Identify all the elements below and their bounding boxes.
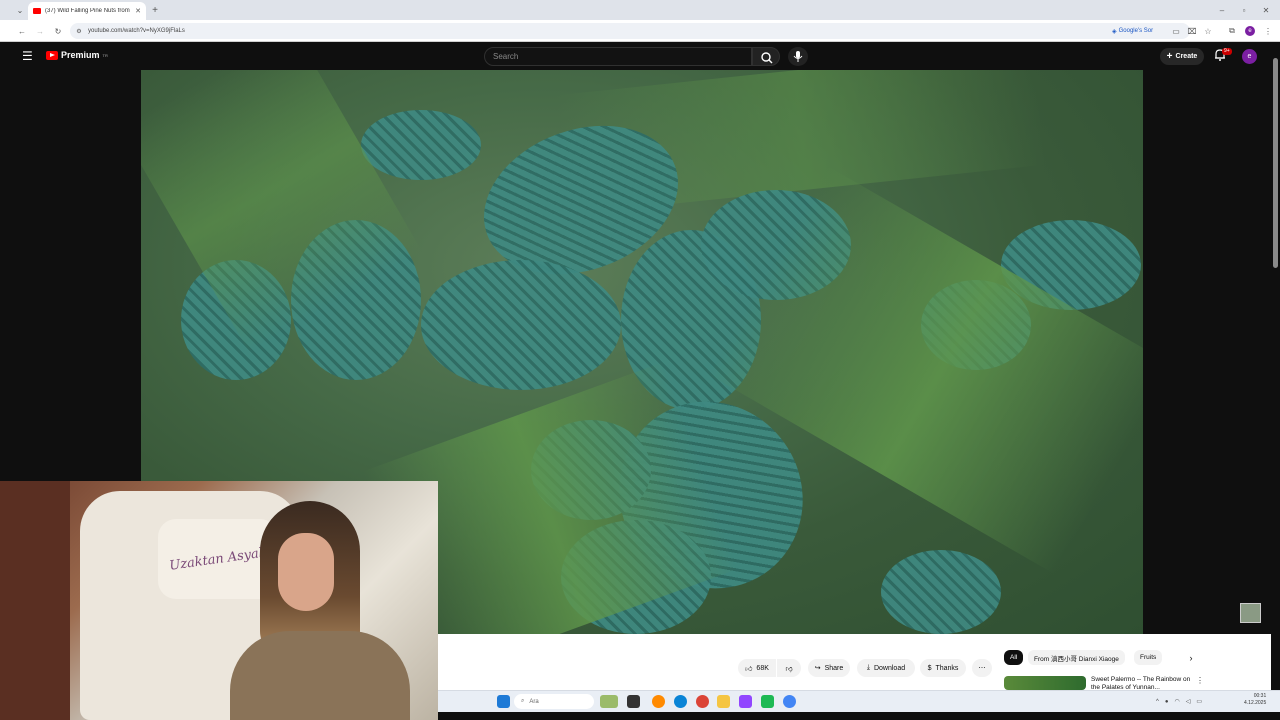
create-label: Create (1175, 53, 1198, 60)
search-input[interactable] (493, 52, 751, 61)
browser-menu-icon[interactable]: ⋮ (1263, 25, 1273, 37)
firefox-icon[interactable] (652, 695, 665, 708)
chip-fruits[interactable]: Fruits (1134, 650, 1163, 665)
taskbar-clock[interactable]: 00:31 4.12.2025 (1244, 693, 1266, 707)
microphone-icon (793, 51, 803, 62)
share-button[interactable]: ↪ Share (808, 659, 850, 677)
weather-widget-icon[interactable] (600, 695, 618, 708)
streamer-sweater (230, 631, 410, 720)
chip-all[interactable]: All (1004, 650, 1024, 665)
share-label: Share (824, 664, 844, 672)
clock-date: 4.12.2025 (1244, 700, 1267, 706)
clock-time: 00:31 (1253, 693, 1267, 699)
recommended-more-icon[interactable]: ⋮ (1196, 676, 1204, 686)
tab-title: (37) Wild Falling Pine Nuts from (45, 8, 130, 14)
hamburger-menu-icon[interactable]: ☰ (22, 50, 36, 62)
file-explorer-icon[interactable] (717, 695, 730, 708)
taskbar-search-icon: ⌕ (521, 698, 525, 704)
share-icon: ↪ (814, 665, 821, 672)
back-icon[interactable]: ← (16, 25, 28, 37)
like-count: 68K (756, 664, 769, 672)
youtube-premium-logo[interactable]: Premium TR (46, 50, 108, 60)
youtube-favicon-icon (33, 8, 41, 14)
search-box[interactable] (484, 47, 752, 66)
floating-thumbnail[interactable] (1240, 603, 1261, 623)
tab-close-icon[interactable]: ✕ (135, 7, 141, 15)
translate-page-icon[interactable]: ⌧ (1186, 25, 1198, 37)
window-close-icon[interactable]: ✕ (1260, 4, 1272, 16)
pine-cone (881, 550, 1001, 634)
url-text: youtube.com/watch?v=NyXG9jFlaLs (88, 28, 185, 34)
minimize-icon[interactable]: – (1216, 4, 1228, 16)
plus-icon: + (1166, 51, 1173, 62)
reload-icon[interactable]: ↻ (52, 25, 64, 37)
thumbs-down-icon: 👎︎ (785, 665, 793, 673)
new-tab-icon[interactable]: + (149, 4, 161, 16)
logo-region: TR (102, 52, 108, 58)
maximize-icon[interactable]: ▫ (1238, 4, 1250, 16)
wooden-door (0, 481, 70, 720)
streamer-face (278, 533, 334, 611)
translate-chip[interactable]: ◈ Google's Sor (1112, 25, 1153, 37)
address-bar[interactable]: youtube.com/watch?v=NyXG9jFlaLs (70, 23, 1190, 39)
pine-cone (421, 260, 621, 390)
search-icon (761, 52, 773, 64)
translate-label: Google's Sor (1118, 28, 1154, 34)
tray-battery-icon: ▭ (1196, 699, 1202, 705)
streamer (230, 501, 410, 720)
cast-icon[interactable]: ▭ (1170, 25, 1182, 37)
browser-tab-bar (0, 0, 1280, 20)
search-button[interactable] (752, 47, 780, 66)
system-tray[interactable]: ^ ● ◠ ◁ ▭ (1156, 696, 1236, 707)
download-label: Download (873, 664, 906, 672)
recommended-video-thumbnail[interactable] (1004, 676, 1086, 690)
download-icon: ⤓ (866, 664, 870, 671)
chrome-profile-icon[interactable] (783, 695, 796, 708)
more-horizontal-icon: ⋯ (978, 665, 986, 672)
tray-wifi-icon: ◠ (1174, 699, 1180, 705)
tray-speaker-icon: ◁ (1185, 699, 1191, 705)
forward-icon[interactable]: → (34, 25, 46, 37)
taskbar-search[interactable]: ⌕ Ara (514, 694, 594, 709)
thanks-label: Thanks (935, 664, 959, 672)
task-view-icon[interactable] (627, 695, 640, 708)
webcam-overlay: Uzaktan Asyalı (0, 481, 438, 720)
voice-search-button[interactable] (788, 47, 808, 66)
tray-mic-icon: ● (1164, 698, 1169, 705)
youtube-play-icon (46, 50, 58, 60)
app-icon[interactable] (761, 695, 774, 708)
screen-bottom-edge (438, 712, 1280, 720)
thanks-icon: $ (927, 664, 932, 672)
extensions-icon[interactable]: ⧉ (1226, 25, 1238, 37)
dislike-button[interactable]: 👎︎ (777, 659, 801, 677)
edge-icon[interactable] (674, 695, 687, 708)
more-actions-button[interactable]: ⋯ (972, 659, 992, 677)
twitch-icon[interactable] (739, 695, 752, 708)
tab-list-icon[interactable]: ⌄ (14, 4, 26, 16)
windows-start-icon[interactable] (497, 695, 510, 708)
thanks-button[interactable]: $ Thanks (920, 659, 966, 677)
thumbs-up-icon: 👍︎ (745, 665, 753, 673)
translate-icon: ◈ (1112, 28, 1117, 35)
create-button[interactable]: + Create (1160, 48, 1204, 65)
taskbar-search-label: Ara (529, 698, 539, 705)
account-avatar[interactable]: e (1242, 49, 1257, 64)
scrollbar-thumb[interactable] (1273, 58, 1278, 268)
tray-chevron-icon: ^ (1156, 698, 1159, 705)
like-button[interactable]: 👍︎ 68K (738, 659, 776, 677)
download-button[interactable]: ⤓ Download (857, 659, 915, 677)
browser-profile-avatar[interactable]: e (1245, 26, 1255, 36)
chrome-icon[interactable] (696, 695, 709, 708)
chip-from-channel[interactable]: From 滇西小哥 Dianxi Xiaoge (1028, 650, 1125, 665)
logo-text: Premium (61, 50, 100, 60)
notification-badge: 9+ (1222, 48, 1232, 55)
recommended-video-title[interactable]: Sweet Palermo -- The Rainbow on the Pala… (1091, 676, 1196, 690)
chips-next-chevron-icon[interactable]: › (1185, 651, 1197, 664)
site-info-icon[interactable]: ⚙ (74, 25, 84, 37)
pine-cone (361, 110, 481, 180)
bookmark-star-icon[interactable]: ☆ (1202, 25, 1214, 37)
browser-tab[interactable]: (37) Wild Falling Pine Nuts from ✕ (28, 2, 146, 20)
